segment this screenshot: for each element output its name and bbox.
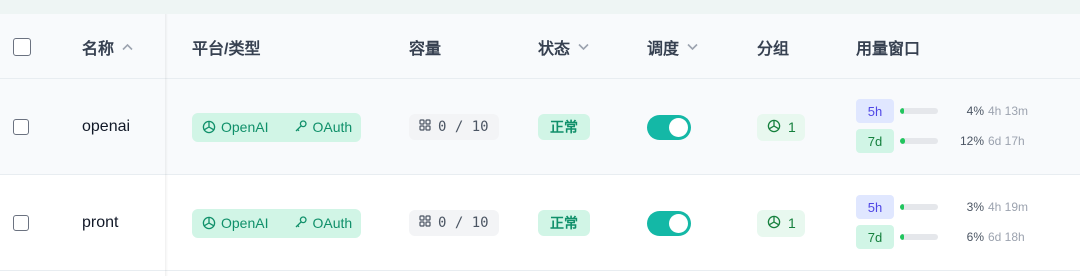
column-header-name-label: 名称 [82, 40, 115, 58]
row-checkbox[interactable] [13, 215, 29, 231]
platform-chip: OpenAI OAuth [192, 208, 362, 238]
account-name[interactable]: pront [82, 175, 118, 271]
column-header-group-label: 分组 [757, 40, 790, 58]
usage-bar [900, 108, 938, 114]
window-tag: 5h [856, 195, 894, 219]
openai-icon [201, 119, 217, 135]
toolbar-strip [0, 0, 1080, 14]
column-header-usage: 用量窗口 [856, 14, 920, 79]
group-chip[interactable]: 1 [757, 113, 805, 141]
usage-window: 5h 4% 4h 13m 7d 12% 6d 17h [856, 99, 1028, 153]
column-header-capacity: 容量 [409, 14, 441, 79]
group-chip[interactable]: 1 [757, 209, 805, 237]
group-count: 1 [788, 215, 796, 231]
usage-percent: 12% [959, 134, 984, 148]
row-checkbox[interactable] [13, 119, 29, 135]
table-header: 名称 平台/类型 容量 状态 调度 分组 用量窗口 [0, 14, 1080, 79]
usage-reset: 6d 17h [988, 134, 1025, 148]
capacity-chip: 0 / 10 [409, 114, 499, 140]
column-header-name[interactable]: 名称 [82, 14, 133, 79]
column-header-status-label: 状态 [538, 40, 571, 58]
column-header-usage-label: 用量窗口 [856, 40, 921, 58]
scheduling-toggle[interactable] [647, 114, 691, 140]
column-header-status[interactable]: 状态 [538, 14, 589, 79]
grid-icon [419, 119, 431, 135]
openai-icon [766, 214, 782, 233]
scheduling-toggle[interactable] [647, 210, 691, 236]
platform-chip: OpenAI OAuth [192, 112, 362, 142]
openai-icon [201, 215, 217, 231]
usage-percent: 3% [966, 200, 984, 214]
usage-window: 5h 3% 4h 19m 7d 6% 6d 18h [856, 195, 1028, 249]
table-row[interactable]: pront OpenAI OAuth 0 / 10 正常 1 5h 3% 4h … [0, 175, 1080, 271]
capacity-value: 0 / 10 [438, 215, 489, 231]
column-header-platform-label: 平台/类型 [192, 40, 261, 58]
usage-bar [900, 138, 938, 144]
auth-label: OAuth [312, 215, 353, 231]
key-icon [294, 215, 308, 232]
usage-percent: 4% [966, 104, 984, 118]
column-header-scheduling-label: 调度 [647, 40, 680, 58]
chevron-down-icon[interactable] [578, 40, 589, 54]
usage-percent: 6% [966, 230, 984, 244]
sticky-column-shadow [165, 14, 168, 276]
group-count: 1 [788, 119, 796, 135]
column-header-group: 分组 [757, 14, 789, 79]
usage-bar [900, 234, 938, 240]
window-tag: 7d [856, 225, 894, 249]
accounts-table: 名称 平台/类型 容量 状态 调度 分组 用量窗口 openai OpenAI … [0, 14, 1080, 276]
usage-bar-fill [900, 108, 904, 114]
select-all-checkbox[interactable] [13, 37, 31, 56]
usage-bar-fill [900, 204, 904, 210]
toggle-knob [669, 117, 688, 137]
column-header-platform: 平台/类型 [192, 14, 260, 79]
status-badge: 正常 [538, 210, 590, 236]
column-header-capacity-label: 容量 [409, 40, 442, 58]
chevron-down-icon[interactable] [687, 40, 698, 54]
usage-reset: 6d 18h [988, 230, 1025, 244]
usage-row-7d: 7d 12% 6d 17h [856, 129, 1028, 153]
usage-row-7d: 7d 6% 6d 18h [856, 225, 1028, 249]
auth-label: OAuth [312, 119, 353, 135]
usage-bar-fill [900, 138, 905, 144]
chevron-up-icon[interactable] [122, 40, 133, 54]
window-tag: 7d [856, 129, 894, 153]
window-tag: 5h [856, 99, 894, 123]
usage-bar-fill [900, 234, 904, 240]
platform-label: OpenAI [221, 119, 269, 135]
platform-label: OpenAI [221, 215, 269, 231]
column-header-scheduling[interactable]: 调度 [647, 14, 698, 79]
table-row[interactable]: openai OpenAI OAuth 0 / 10 正常 1 5h 4% 4h… [0, 79, 1080, 175]
capacity-value: 0 / 10 [438, 119, 489, 135]
openai-icon [766, 118, 782, 137]
toggle-knob [669, 213, 688, 233]
capacity-chip: 0 / 10 [409, 210, 499, 236]
usage-row-5h: 5h 3% 4h 19m [856, 195, 1028, 219]
status-badge: 正常 [538, 114, 590, 140]
key-icon [294, 119, 308, 136]
grid-icon [419, 215, 431, 231]
usage-reset: 4h 13m [988, 104, 1029, 118]
usage-row-5h: 5h 4% 4h 13m [856, 99, 1028, 123]
usage-reset: 4h 19m [988, 200, 1029, 214]
account-name[interactable]: openai [82, 79, 130, 175]
usage-bar [900, 204, 938, 210]
